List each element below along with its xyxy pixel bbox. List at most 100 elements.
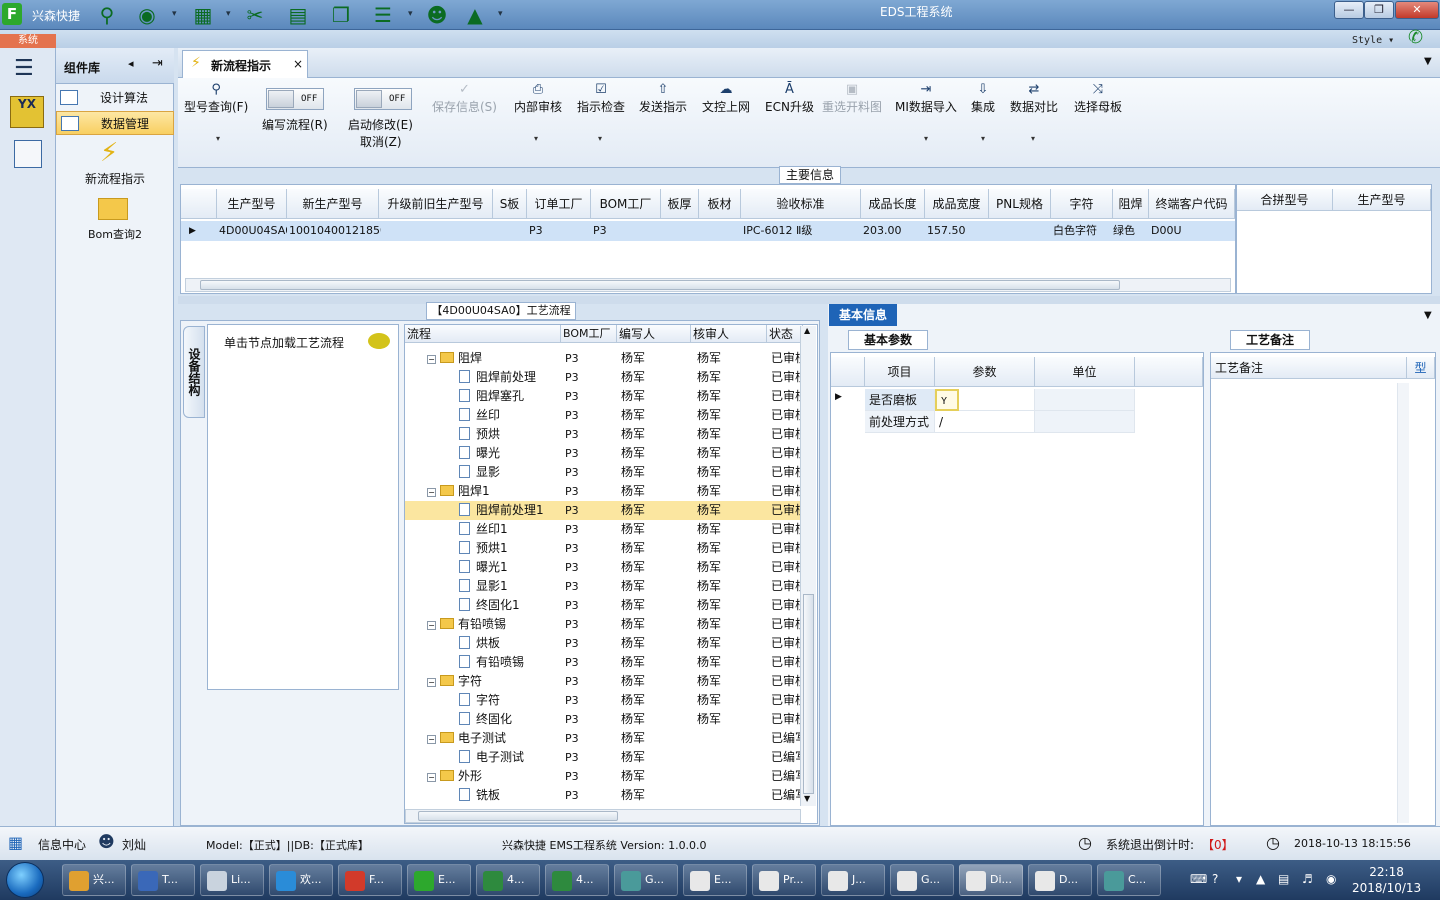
tree-cell-reviewer[interactable]: 杨军: [697, 387, 767, 406]
chart-icon[interactable]: ▲: [462, 3, 488, 27]
horizontal-splitter[interactable]: [178, 296, 1440, 304]
tree-cell-factory[interactable]: P3: [565, 691, 615, 710]
style-dropdown[interactable]: Style ▾: [1352, 35, 1394, 46]
tree-node-label[interactable]: − 阻焊: [427, 349, 482, 368]
tree-cell-factory[interactable]: P3: [565, 748, 615, 767]
tree-cell-writer[interactable]: 杨军: [621, 672, 691, 691]
param-item-cell[interactable]: 是否磨板: [865, 389, 935, 411]
column-header[interactable]: 工艺备注: [1211, 357, 1407, 379]
tree-cell-writer[interactable]: 杨军: [621, 577, 691, 596]
reselect-cutting-button[interactable]: ▣ 重选开料图: [822, 82, 882, 115]
tree-node-label[interactable]: − 字符: [427, 672, 482, 691]
tree-node-label[interactable]: 曝光1: [459, 558, 508, 577]
tree-row[interactable]: 终固化1 P3 杨军 杨军 已审核: [405, 596, 805, 615]
tree-row[interactable]: − 有铅喷锡 P3 杨军 杨军 已审核: [405, 615, 805, 634]
ecn-upgrade-button[interactable]: Ā ECN升级: [765, 82, 814, 115]
column-header[interactable]: 编写人: [617, 325, 691, 343]
tree-cell-writer[interactable]: 杨军: [621, 482, 691, 501]
taskbar-app-button[interactable]: J...: [821, 864, 885, 896]
taskbar-app-button[interactable]: Di...: [959, 864, 1023, 896]
enable-edit-toggle[interactable]: OFF: [354, 88, 412, 110]
taskbar-app-button[interactable]: Pr...: [752, 864, 816, 896]
tree-node-label[interactable]: 阻焊前处理: [459, 368, 536, 387]
vertical-scrollbar[interactable]: ▲ ▼: [800, 326, 816, 806]
tree-cell-factory[interactable]: P3: [565, 368, 615, 387]
column-header[interactable]: 流程: [405, 325, 561, 343]
tree-cell-reviewer[interactable]: 杨军: [697, 653, 767, 672]
windows-grid-icon[interactable]: ▦: [8, 833, 23, 852]
scissors-icon[interactable]: ✂: [242, 3, 268, 27]
column-header[interactable]: 项目: [865, 357, 935, 387]
tree-cell-reviewer[interactable]: 杨军: [697, 539, 767, 558]
tree-cell-writer[interactable]: 杨军: [621, 539, 691, 558]
tree-row[interactable]: 显影 P3 杨军 杨军 已审核: [405, 463, 805, 482]
taskbar-app-button[interactable]: G...: [614, 864, 678, 896]
tree-node-label[interactable]: − 有铅喷锡: [427, 615, 506, 634]
taskbar-app-button[interactable]: D...: [1028, 864, 1092, 896]
tree-cell-factory[interactable]: P3: [565, 729, 615, 748]
vertical-scrollbar[interactable]: [1397, 383, 1409, 823]
column-header[interactable]: S板: [493, 189, 527, 219]
tree-cell-writer[interactable]: 杨军: [621, 387, 691, 406]
tree-cell-factory[interactable]: P3: [565, 520, 615, 539]
chevron-down-icon[interactable]: ▾: [172, 9, 177, 19]
tab-basic-info[interactable]: 基本信息: [829, 304, 897, 326]
tree-node-label[interactable]: 显影: [459, 463, 500, 482]
hamburger-menu-icon[interactable]: ☰: [14, 56, 34, 81]
instruction-check-button[interactable]: ☑ 指示检查: [577, 82, 625, 115]
tree-cell-writer[interactable]: 杨军: [621, 729, 691, 748]
chevron-down-icon[interactable]: ▾: [216, 134, 220, 143]
tree-node-label[interactable]: 预烘1: [459, 539, 508, 558]
tree-cell-reviewer[interactable]: 杨军: [697, 444, 767, 463]
chevron-down-icon[interactable]: ▼: [1424, 56, 1432, 67]
table-cell[interactable]: [493, 221, 527, 241]
column-header[interactable]: PNL规格: [989, 189, 1051, 219]
scroll-up-icon[interactable]: ▲: [804, 326, 810, 335]
tree-cell-writer[interactable]: 杨军: [621, 748, 691, 767]
model-query-button[interactable]: ⚲ 型号查询(F): [184, 82, 248, 115]
tree-cell-reviewer[interactable]: 杨军: [697, 691, 767, 710]
tree-row[interactable]: 预烘 P3 杨军 杨军 已审核: [405, 425, 805, 444]
internal-review-button[interactable]: ⎙ 内部审核: [514, 82, 562, 115]
column-header[interactable]: 升级前旧生产型号: [379, 189, 493, 219]
collapse-icon[interactable]: −: [427, 488, 436, 497]
chevron-down-icon[interactable]: ▾: [598, 134, 602, 143]
copy-icon[interactable]: ❐: [328, 3, 354, 27]
tree-cell-factory[interactable]: P3: [565, 653, 615, 672]
param-unit-cell[interactable]: [1035, 389, 1135, 411]
chevron-down-icon[interactable]: ▼: [1424, 310, 1432, 321]
scrollbar-thumb[interactable]: [200, 280, 1120, 290]
column-header[interactable]: 新生产型号: [287, 189, 379, 219]
tree-cell-reviewer[interactable]: 杨军: [697, 349, 767, 368]
tree-row[interactable]: 曝光 P3 杨军 杨军 已审核: [405, 444, 805, 463]
new-process-action[interactable]: 新流程指示: [56, 170, 174, 187]
table-cell[interactable]: 绿色: [1109, 221, 1149, 241]
tree-node-label[interactable]: 电子测试: [459, 748, 524, 767]
tree-row[interactable]: 铣板 P3 杨军 已编写: [405, 786, 805, 805]
tree-cell-factory[interactable]: P3: [565, 672, 615, 691]
help-icon[interactable]: ?: [1212, 872, 1218, 886]
taskbar-app-button[interactable]: E...: [683, 864, 747, 896]
tree-row[interactable]: 预烘1 P3 杨军 杨军 已审核: [405, 539, 805, 558]
table-cell[interactable]: P3: [589, 221, 659, 241]
tree-node-label[interactable]: 丝印1: [459, 520, 508, 539]
security-icon[interactable]: ◉: [1326, 872, 1336, 886]
pin-icon[interactable]: ⇥: [152, 56, 163, 71]
table-cell[interactable]: IPC-6012 Ⅱ级: [739, 221, 859, 241]
taskbar-clock[interactable]: 22:18 2018/10/13: [1352, 864, 1421, 896]
tree-cell-writer[interactable]: 杨军: [621, 596, 691, 615]
tab-new-process[interactable]: ⚡ 新流程指示 ×: [182, 50, 308, 78]
chevron-down-icon[interactable]: ▾: [408, 9, 413, 19]
network-icon[interactable]: ▤: [1278, 872, 1289, 886]
tree-row[interactable]: − 阻焊1 P3 杨军 杨军 已审核: [405, 482, 805, 501]
phone-icon[interactable]: ✆: [1408, 27, 1423, 48]
tree-node-label[interactable]: 有铅喷锡: [459, 653, 524, 672]
collapse-icon[interactable]: −: [427, 735, 436, 744]
column-header[interactable]: 状态: [767, 325, 803, 343]
chevron-down-icon[interactable]: ▾: [498, 9, 503, 19]
integrate-button[interactable]: ⇩ 集成: [971, 82, 995, 115]
factory-icon[interactable]: YX: [10, 96, 44, 128]
data-compare-button[interactable]: ⇄ 数据对比: [1010, 82, 1058, 115]
param-value-cell[interactable]: Y: [935, 389, 1035, 411]
select-master-board-button[interactable]: ⤨ 选择母板: [1074, 82, 1122, 115]
